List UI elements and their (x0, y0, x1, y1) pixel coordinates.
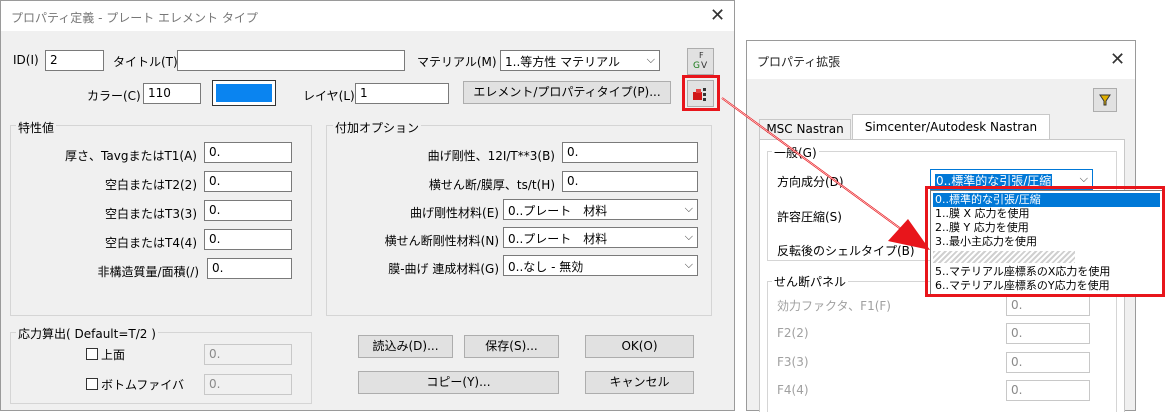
pointer-arrow (721, 97, 930, 250)
